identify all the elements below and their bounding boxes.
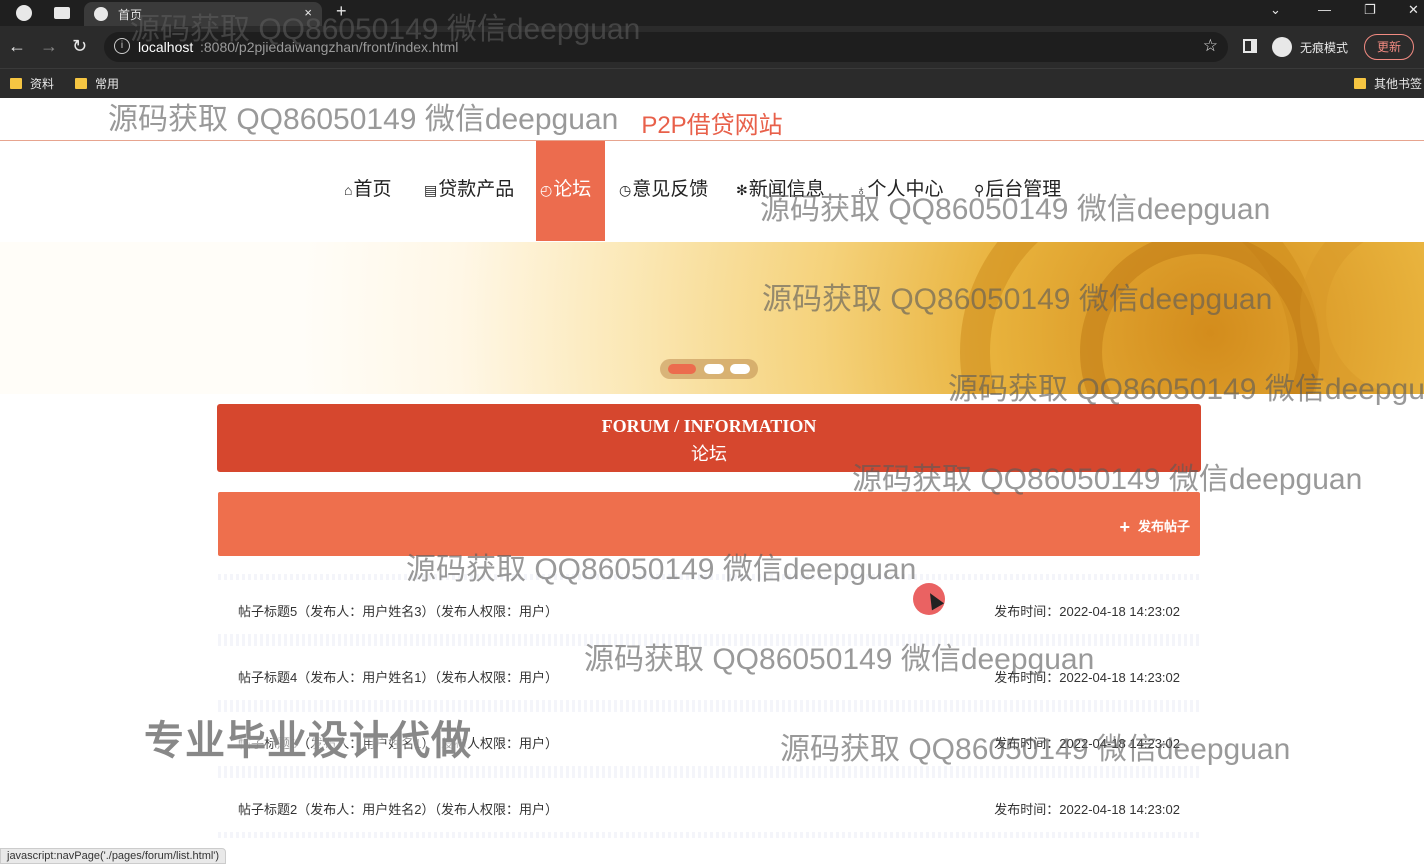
site-header: P2P借贷网站 (0, 99, 1424, 141)
nav-item-feedback[interactable]: ◷意见反馈 (619, 141, 708, 241)
new-tab-button[interactable]: + (336, 1, 347, 22)
nav-label: 意见反馈 (632, 179, 709, 200)
nav-label: 新闻信息 (748, 179, 825, 200)
tab-title: 首页 (118, 8, 143, 22)
main-nav: ⌂首页 ▤贷款产品 ◴论坛 ◷意见反馈 ✻新闻信息 ♁个人中心 ⚲后台管理 (0, 141, 1424, 241)
nav-item-admin[interactable]: ⚲后台管理 (974, 141, 1061, 241)
product-icon: ▤ (424, 182, 438, 198)
address-bar[interactable]: i localhost :8080/p2pjiedaiwangzhan/fron… (104, 32, 1228, 62)
bookmark-label: 资料 (30, 77, 55, 91)
tab-close-icon[interactable]: × (304, 5, 312, 20)
home-icon: ⌂ (344, 182, 353, 198)
url-path: :8080/p2pjiedaiwangzhan/front/index.html (200, 39, 459, 55)
clock-icon: ◷ (619, 182, 632, 198)
post-title[interactable]: 帖子标题4（发布人：用户姓名1）（发布人权限：用户） (238, 667, 558, 686)
section-heading: FORUM / INFORMATION 论坛 (217, 404, 1201, 472)
minimize-icon[interactable]: — (1318, 2, 1331, 17)
post-title[interactable]: 帖子标题5（发布人：用户姓名3）（发布人权限：用户） (238, 601, 558, 620)
globe-icon (94, 7, 108, 21)
close-window-icon[interactable]: ✕ (1408, 2, 1419, 18)
nav-item-user-center[interactable]: ♁个人中心 (856, 141, 944, 241)
bookmark-label: 常用 (95, 77, 120, 91)
nav-label: 个人中心 (867, 179, 944, 200)
nav-label: 论坛 (553, 179, 592, 200)
site-info-icon[interactable]: i (114, 38, 130, 54)
post-toolbar: + 发布帖子 (218, 492, 1200, 556)
restore-icon[interactable]: ❐ (1364, 2, 1376, 18)
status-link-preview: javascript:navPage('./pages/forum/list.h… (0, 848, 227, 864)
folder-icon (10, 78, 22, 89)
incognito-label[interactable]: 无痕模式 (1300, 39, 1348, 56)
browser-toolbar: ← → ↻ i localhost :8080/p2pjiedaiwangzha… (0, 26, 1424, 68)
link-icon: ⚲ (974, 182, 985, 198)
carousel-dot-2[interactable] (704, 364, 724, 374)
snowflake-icon: ✻ (736, 182, 748, 198)
browser-menu-icon[interactable] (16, 5, 32, 21)
nav-label: 后台管理 (985, 179, 1062, 200)
bookmark-folder-ziliao[interactable]: 资料 (10, 75, 54, 92)
post-time: 发布时间：2022-04-18 14:23:02 (994, 736, 1180, 751)
section-heading-cn: 论坛 (691, 444, 727, 464)
folder-icon (1354, 78, 1366, 89)
publish-post-button[interactable]: + 发布帖子 (1119, 516, 1190, 538)
carousel-dot-3[interactable] (730, 364, 750, 374)
url-host: localhost (138, 39, 194, 55)
carousel-indicators (660, 359, 758, 379)
browser-tab[interactable]: 首页 × (84, 2, 322, 26)
forum-post-list: 帖子标题5（发布人：用户姓名3）（发布人权限：用户） 发布时间：2022-04-… (218, 574, 1200, 838)
post-title[interactable]: 帖子标题2（发布人：用户姓名2）（发布人权限：用户） (238, 799, 558, 818)
forward-icon[interactable]: → (40, 36, 58, 56)
nav-item-forum[interactable]: ◴论坛 (536, 141, 605, 241)
other-bookmarks-label: 其他书签 (1374, 77, 1423, 91)
incognito-icon[interactable] (1272, 37, 1292, 57)
bookmark-star-icon[interactable]: ☆ (1203, 36, 1218, 56)
nav-item-home[interactable]: ⌂首页 (344, 141, 391, 241)
user-icon: ♁ (856, 182, 867, 198)
publish-post-label: 发布帖子 (1137, 519, 1190, 534)
reload-icon[interactable]: ↻ (72, 36, 87, 56)
plus-icon: + (1119, 517, 1130, 537)
bookmarks-bar: 资料 常用 其他书签 (0, 68, 1424, 98)
list-item[interactable]: 帖子标题5（发布人：用户姓名3）（发布人权限：用户） 发布时间：2022-04-… (218, 574, 1200, 640)
nav-item-loan-products[interactable]: ▤贷款产品 (424, 141, 514, 241)
nav-item-news[interactable]: ✻新闻信息 (736, 141, 825, 241)
carousel-dot-1[interactable] (668, 364, 696, 374)
nav-label: 贷款产品 (438, 179, 515, 200)
side-panel-icon[interactable] (1243, 39, 1257, 53)
nav-label: 首页 (353, 179, 392, 200)
other-bookmarks[interactable]: 其他书签 (1354, 75, 1422, 92)
back-icon[interactable]: ← (8, 36, 26, 56)
update-button[interactable]: 更新 (1364, 34, 1414, 60)
browser-titlebar: 首页 × + ⌄ — ❐ ✕ (0, 0, 1424, 26)
bookmark-folder-changyong[interactable]: 常用 (75, 75, 119, 92)
watermark-big-text: 专业毕业设计代做 (144, 719, 472, 763)
site-title: P2P借贷网站 (641, 112, 783, 139)
list-item[interactable]: 帖子标题2（发布人：用户姓名2）（发布人权限：用户） 发布时间：2022-04-… (218, 772, 1200, 838)
post-time: 发布时间：2022-04-18 14:23:02 (994, 802, 1180, 817)
banner-carousel[interactable] (0, 242, 1424, 394)
tab-list-icon[interactable]: ⌄ (1270, 2, 1281, 18)
post-time: 发布时间：2022-04-18 14:23:02 (994, 670, 1180, 685)
banner-decoration (1300, 242, 1424, 394)
section-heading-en: FORUM / INFORMATION (601, 416, 817, 436)
list-item[interactable]: 帖子标题4（发布人：用户姓名1）（发布人权限：用户） 发布时间：2022-04-… (218, 640, 1200, 706)
folder-icon (75, 78, 87, 89)
tab-search-icon[interactable] (54, 7, 70, 19)
forum-icon: ◴ (540, 182, 553, 198)
post-time: 发布时间：2022-04-18 14:23:02 (994, 604, 1180, 619)
